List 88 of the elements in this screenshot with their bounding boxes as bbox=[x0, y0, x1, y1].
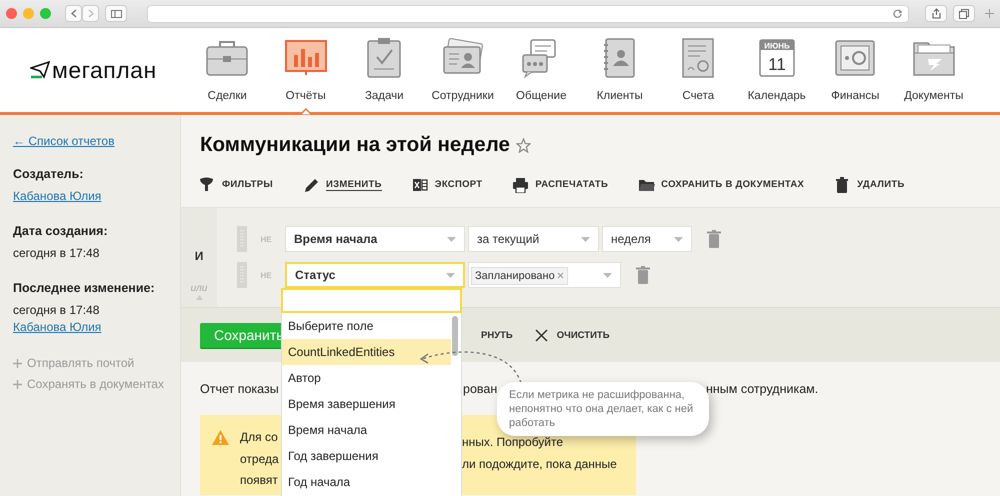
field-value: сегодня в 17:48 bbox=[13, 303, 100, 317]
description-text: нным сотрудникам. bbox=[706, 382, 818, 396]
address-bar[interactable] bbox=[147, 4, 909, 22]
spreadsheet-icon bbox=[412, 176, 429, 192]
conjunction-label: И bbox=[194, 249, 204, 263]
nav-item[interactable]: Сотрудники bbox=[424, 28, 502, 112]
sidebar-icon bbox=[110, 10, 122, 18]
nav-item[interactable]: Счета bbox=[659, 28, 738, 112]
toolbar-button[interactable]: ИЗМЕНИТЬ bbox=[303, 176, 382, 192]
printer-icon bbox=[512, 176, 530, 192]
trash-icon[interactable] bbox=[707, 230, 721, 248]
toolbar-button[interactable]: ФИЛЬТРЫ bbox=[199, 176, 274, 192]
person-link[interactable]: Кабанова Юлия bbox=[13, 320, 102, 334]
description-text: рован bbox=[463, 382, 498, 396]
window-control-icon[interactable] bbox=[40, 8, 51, 19]
drag-handle[interactable] bbox=[237, 262, 247, 288]
nav-item[interactable]: Задачи bbox=[345, 28, 424, 112]
tag-chip[interactable]: Запланировано bbox=[471, 267, 568, 285]
dropdown-option[interactable]: CountLinkedEntities bbox=[282, 339, 451, 365]
field-value: сегодня в 17:48 bbox=[13, 246, 100, 260]
remove-icon[interactable] bbox=[556, 272, 564, 279]
chevron-right-icon bbox=[88, 9, 94, 18]
select-field[interactable]: Время начала bbox=[285, 226, 465, 252]
funnel-icon bbox=[199, 176, 216, 192]
sidebar-button[interactable] bbox=[105, 5, 127, 22]
dropdown-option[interactable]: Год начала bbox=[282, 469, 451, 495]
warning-text: Для со bbox=[240, 430, 278, 444]
trash-icon[interactable] bbox=[636, 266, 650, 284]
dropdown-caret-icon bbox=[581, 236, 590, 242]
share-button[interactable] bbox=[925, 5, 947, 22]
window-control-icon[interactable] bbox=[23, 8, 34, 19]
select-field[interactable]: Статус bbox=[285, 262, 465, 288]
pencil-icon bbox=[303, 176, 320, 192]
tabs-button[interactable] bbox=[953, 5, 975, 22]
warning-text: отреда bbox=[240, 452, 279, 466]
plus-icon bbox=[13, 380, 22, 388]
search-field[interactable] bbox=[281, 288, 462, 313]
nav-item[interactable]: Клиенты bbox=[580, 28, 659, 112]
window-control-icon[interactable] bbox=[6, 8, 17, 19]
collapse-link[interactable]: РНУТЬ bbox=[481, 330, 513, 340]
warning-text: ли подождите, пока данные bbox=[462, 456, 617, 470]
tabs-icon bbox=[959, 8, 969, 18]
forward-button[interactable] bbox=[82, 5, 99, 22]
warning-text: нных. Попробуйте bbox=[462, 435, 564, 449]
toolbar-button[interactable]: СОХРАНИТЬ В ДОКУМЕНТАХ bbox=[638, 176, 804, 192]
clear-button[interactable]: ОЧИСТИТЬ bbox=[534, 328, 610, 342]
select-field[interactable]: за текущий bbox=[468, 226, 599, 252]
nav-item[interactable]: ИЮНЬ 11 Календарь bbox=[738, 28, 816, 112]
dropdown-option[interactable]: Автор bbox=[282, 365, 451, 391]
person-link[interactable]: Кабанова Юлия bbox=[13, 189, 102, 203]
warning-text: появят bbox=[240, 473, 278, 487]
nav-item[interactable]: Сделки bbox=[188, 28, 266, 112]
back-link[interactable]: ← Список отчетов bbox=[13, 134, 114, 148]
chevron-left-icon bbox=[70, 9, 76, 18]
tag-select[interactable]: Запланировано bbox=[468, 262, 621, 288]
dropdown-option[interactable]: Время начала bbox=[282, 417, 451, 443]
nav-item[interactable]: Документы bbox=[894, 28, 973, 112]
up-arrow-icon bbox=[196, 295, 202, 301]
share-icon bbox=[932, 8, 940, 19]
scrollbar-thumb[interactable] bbox=[452, 316, 458, 356]
field-label: Создатель: bbox=[13, 167, 84, 181]
dropdown-option[interactable]: Год завершения bbox=[282, 443, 451, 469]
toolbar-button[interactable]: УДАЛИТЬ bbox=[834, 176, 905, 192]
star-icon[interactable] bbox=[516, 138, 531, 152]
field-label: Дата создания: bbox=[13, 224, 109, 238]
nav-item[interactable]: Отчёты bbox=[266, 28, 345, 112]
nav-item[interactable]: Финансы bbox=[816, 28, 894, 112]
field-label: Последнее изменение: bbox=[13, 281, 156, 295]
toolbar-button[interactable]: РАСПЕЧАТАТЬ bbox=[512, 176, 608, 192]
select-field[interactable]: неделя bbox=[602, 226, 692, 252]
logo-text: мегаплан bbox=[52, 56, 157, 84]
toolbar-button[interactable]: ЭКСПОРТ bbox=[412, 176, 482, 192]
dropdown-caret-icon bbox=[674, 236, 683, 242]
back-button[interactable] bbox=[65, 5, 82, 22]
plus-icon bbox=[13, 358, 22, 368]
new-tab-icon[interactable] bbox=[985, 9, 994, 18]
nav-item[interactable]: Общение bbox=[502, 28, 580, 112]
paper-plane-icon bbox=[30, 60, 50, 80]
page-title: Коммуникации на этой неделе bbox=[200, 133, 510, 157]
drag-handle[interactable] bbox=[237, 226, 247, 252]
close-icon bbox=[534, 328, 548, 342]
warning-icon bbox=[212, 430, 229, 445]
reload-icon[interactable] bbox=[893, 9, 902, 18]
dropdown-caret-icon bbox=[446, 272, 455, 278]
dropdown-caret-icon bbox=[447, 236, 456, 242]
dropdown-caret-icon bbox=[603, 272, 612, 278]
description-text: Отчет показы bbox=[200, 382, 279, 396]
dropdown-option[interactable]: Время завершения bbox=[282, 391, 451, 417]
